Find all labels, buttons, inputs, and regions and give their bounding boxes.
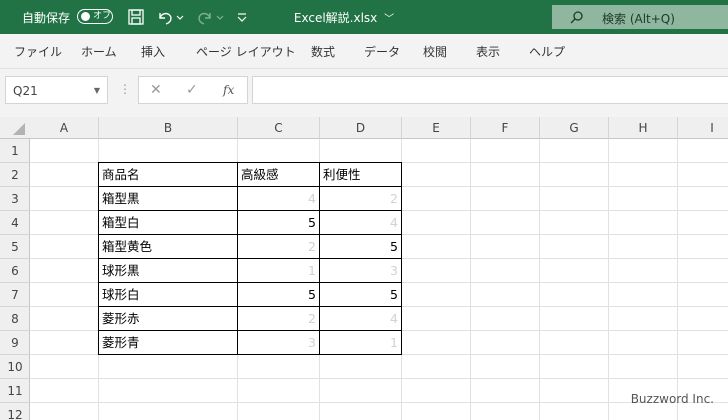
row-header[interactable]: 3 [0,187,30,211]
select-all-corner[interactable] [13,123,25,135]
tab-home[interactable]: ホーム [81,43,117,60]
column-header-c[interactable]: C [238,117,320,139]
row-header[interactable]: 8 [0,307,30,331]
row-header[interactable]: 12 [0,403,30,420]
row-header[interactable]: 9 [0,331,30,355]
table-border [98,162,99,355]
column-header-a[interactable]: A [30,117,99,139]
column-header-b[interactable]: B [99,117,238,139]
title-bar: 自動保存 オフ Excel解説.xlsx ﹀ 検索 (Alt+Q) [0,0,728,34]
table-border [319,162,320,355]
table-header-cell[interactable]: 利便性 [320,163,401,187]
table-border [401,162,402,355]
insert-function-icon[interactable]: fx [223,83,234,97]
luxury-cell[interactable]: 2 [238,235,319,259]
name-box[interactable]: Q21 ▼ [5,76,108,104]
luxury-cell[interactable]: 1 [238,259,319,283]
table-border [98,258,402,259]
cancel-icon[interactable]: ✕ [150,82,162,98]
row-header[interactable]: 1 [0,139,30,163]
formula-input[interactable] [252,76,728,104]
row-header[interactable]: 5 [0,235,30,259]
column-header-i[interactable]: I [678,117,728,139]
enter-icon[interactable]: ✓ [186,82,198,98]
luxury-cell[interactable]: 4 [238,187,319,211]
table-border [98,162,402,163]
table-border [98,282,402,283]
table-border [98,234,402,235]
search-box[interactable]: 検索 (Alt+Q) [552,5,728,29]
table-border [98,354,402,355]
product-name-cell[interactable]: 球形白 [99,283,237,307]
document-title-text: Excel解説.xlsx [293,11,378,25]
convenience-cell[interactable]: 4 [320,307,401,331]
table-border [237,162,238,355]
product-name-cell[interactable]: 箱型黄色 [99,235,237,259]
ribbon-tabs: ファイル ホーム 挿入 ページ レイアウト 数式 データ 校閲 表示 ヘルプ [0,34,728,69]
tab-insert[interactable]: 挿入 [141,43,165,60]
luxury-cell[interactable]: 5 [238,283,319,307]
table-border [98,186,402,187]
luxury-cell[interactable]: 5 [238,211,319,235]
product-name-cell[interactable]: 箱型白 [99,211,237,235]
tab-page-layout[interactable]: ページ レイアウト [196,43,296,60]
worksheet-grid[interactable]: A B C D E F G H I 1 2 3 4 5 6 7 8 9 10 1… [0,117,728,420]
tab-help[interactable]: ヘルプ [529,43,565,60]
row-header[interactable]: 11 [0,379,30,403]
column-header-e[interactable]: E [402,117,471,139]
convenience-cell[interactable]: 5 [320,283,401,307]
table-header-cell[interactable]: 高級感 [238,163,319,187]
column-header-d[interactable]: D [320,117,402,139]
search-placeholder: 検索 (Alt+Q) [602,12,675,26]
row-header[interactable]: 10 [0,355,30,379]
row-header[interactable]: 4 [0,211,30,235]
column-header-f[interactable]: F [471,117,540,139]
convenience-cell[interactable]: 1 [320,331,401,355]
formula-buttons: ✕ ✓ fx [138,76,248,104]
watermark: Buzzword Inc. [630,392,714,406]
convenience-cell[interactable]: 2 [320,187,401,211]
product-name-cell[interactable]: 菱形青 [99,331,237,355]
product-name-cell[interactable]: 箱型黒 [99,187,237,211]
gridline [0,378,728,379]
column-header-h[interactable]: H [609,117,678,139]
formula-bar-separator-icon[interactable]: ⋮ [119,82,131,96]
name-box-value: Q21 [13,84,38,98]
convenience-cell[interactable]: 5 [320,235,401,259]
convenience-cell[interactable]: 4 [320,211,401,235]
tab-view[interactable]: 表示 [476,43,500,60]
table-border [98,210,402,211]
table-border [98,330,402,331]
gridline [0,402,728,403]
row-header[interactable]: 2 [0,163,30,187]
column-header-g[interactable]: G [540,117,609,139]
tab-file[interactable]: ファイル [14,43,62,60]
product-name-cell[interactable]: 菱形赤 [99,307,237,331]
title-chevron-down-icon: ﹀ [384,14,395,25]
tab-review[interactable]: 校閲 [423,43,447,60]
tab-data[interactable]: データ [364,43,400,60]
luxury-cell[interactable]: 2 [238,307,319,331]
product-name-cell[interactable]: 球形黒 [99,259,237,283]
convenience-cell[interactable]: 3 [320,259,401,283]
search-icon [570,11,583,24]
table-header-cell[interactable]: 商品名 [99,163,237,187]
table-border [98,306,402,307]
row-header[interactable]: 6 [0,259,30,283]
luxury-cell[interactable]: 3 [238,331,319,355]
row-header[interactable]: 7 [0,283,30,307]
name-box-dropdown-icon[interactable]: ▼ [94,86,100,95]
tab-formulas[interactable]: 数式 [311,43,335,60]
